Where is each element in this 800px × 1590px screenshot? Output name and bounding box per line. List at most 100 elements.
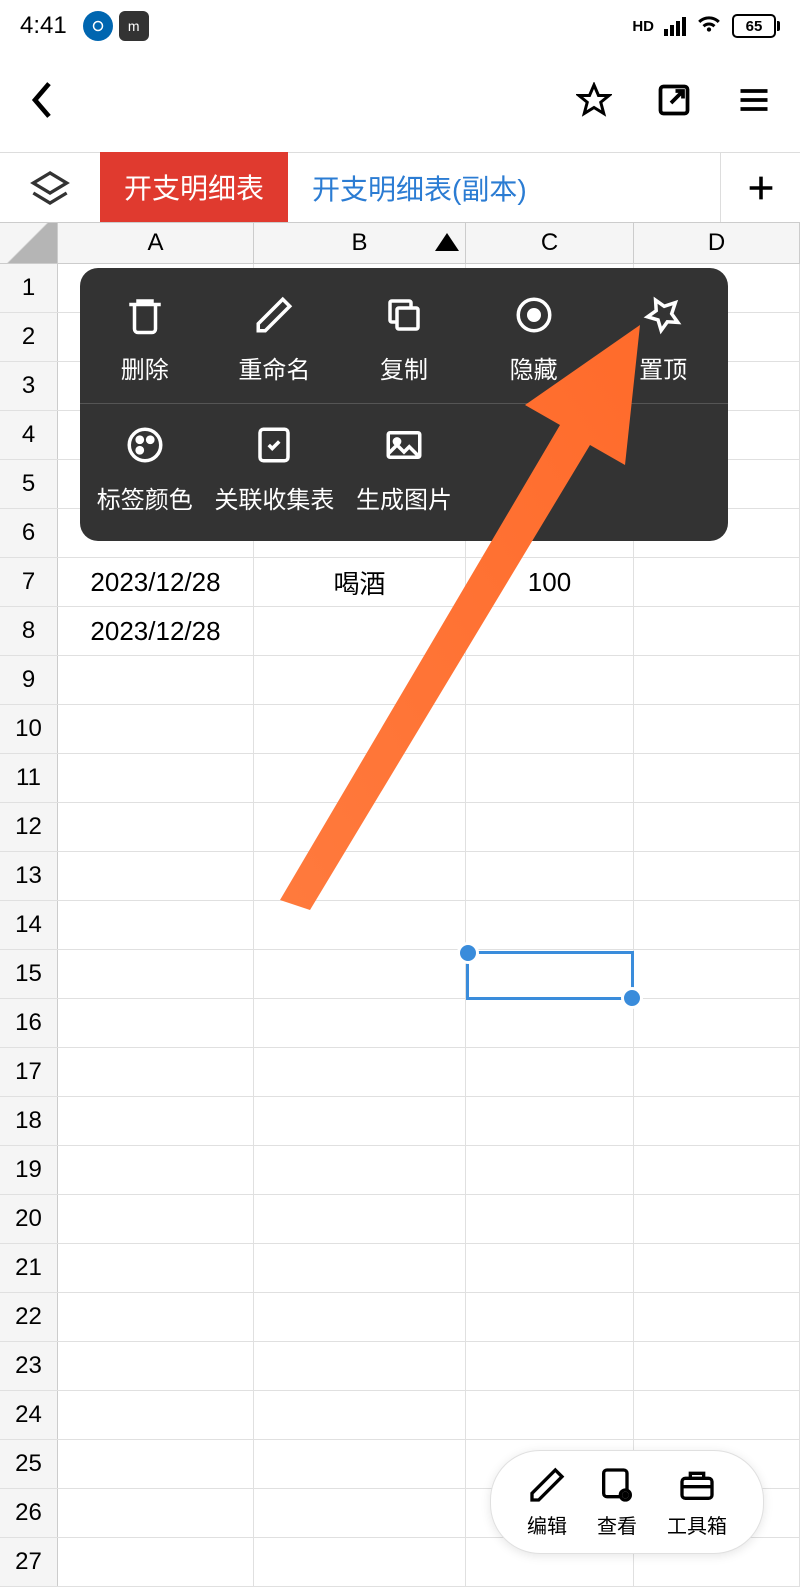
row-header[interactable]: 27 bbox=[0, 1538, 58, 1586]
share-icon[interactable] bbox=[656, 82, 692, 123]
cell[interactable] bbox=[634, 999, 800, 1047]
cell[interactable] bbox=[466, 999, 634, 1047]
row-header[interactable]: 23 bbox=[0, 1342, 58, 1390]
row-header[interactable]: 4 bbox=[0, 411, 58, 459]
menu-gen-image[interactable]: 生成图片 bbox=[339, 424, 469, 515]
cell[interactable] bbox=[58, 1293, 254, 1341]
cell[interactable] bbox=[466, 1146, 634, 1194]
cell[interactable] bbox=[634, 1342, 800, 1390]
cell[interactable] bbox=[634, 803, 800, 851]
cell[interactable] bbox=[634, 705, 800, 753]
row-header[interactable]: 26 bbox=[0, 1489, 58, 1537]
cell[interactable] bbox=[58, 950, 254, 998]
cell[interactable] bbox=[254, 1538, 466, 1586]
cell[interactable] bbox=[254, 1244, 466, 1292]
selection-handle-tl[interactable] bbox=[457, 942, 479, 964]
cell[interactable] bbox=[58, 1391, 254, 1439]
cell[interactable] bbox=[58, 1146, 254, 1194]
cell[interactable] bbox=[634, 1048, 800, 1096]
row-header[interactable]: 1 bbox=[0, 264, 58, 312]
cell[interactable] bbox=[466, 1097, 634, 1145]
bottom-toolbox[interactable]: 工具箱 bbox=[667, 1465, 727, 1539]
row-header[interactable]: 21 bbox=[0, 1244, 58, 1292]
cell-selection[interactable] bbox=[466, 951, 634, 1000]
cell[interactable] bbox=[634, 607, 800, 655]
row-header[interactable]: 2 bbox=[0, 313, 58, 361]
cell[interactable]: 2023/12/28 bbox=[58, 607, 254, 655]
cell[interactable] bbox=[58, 705, 254, 753]
row-header[interactable]: 11 bbox=[0, 754, 58, 802]
row-header[interactable]: 16 bbox=[0, 999, 58, 1047]
cell[interactable] bbox=[254, 1048, 466, 1096]
cell[interactable] bbox=[634, 852, 800, 900]
cell[interactable] bbox=[466, 803, 634, 851]
cell[interactable] bbox=[634, 901, 800, 949]
row-header[interactable]: 20 bbox=[0, 1195, 58, 1243]
cell[interactable] bbox=[466, 852, 634, 900]
cell[interactable] bbox=[634, 1097, 800, 1145]
cell[interactable] bbox=[58, 1244, 254, 1292]
cell[interactable]: 100 bbox=[466, 558, 634, 606]
cell[interactable] bbox=[254, 901, 466, 949]
cell[interactable] bbox=[254, 1342, 466, 1390]
cell[interactable] bbox=[254, 999, 466, 1047]
cell[interactable] bbox=[634, 558, 800, 606]
cell[interactable] bbox=[58, 1342, 254, 1390]
row-header[interactable]: 12 bbox=[0, 803, 58, 851]
cell[interactable] bbox=[58, 1097, 254, 1145]
row-header[interactable]: 10 bbox=[0, 705, 58, 753]
col-header-c[interactable]: C bbox=[466, 223, 634, 263]
tab-inactive[interactable]: 开支明细表(副本) bbox=[288, 152, 551, 222]
row-header[interactable]: 18 bbox=[0, 1097, 58, 1145]
cell[interactable] bbox=[254, 803, 466, 851]
cell[interactable] bbox=[254, 1440, 466, 1488]
bottom-edit[interactable]: 编辑 bbox=[527, 1465, 567, 1539]
cell[interactable] bbox=[466, 754, 634, 802]
cell[interactable] bbox=[634, 754, 800, 802]
cell[interactable] bbox=[466, 656, 634, 704]
row-header[interactable]: 5 bbox=[0, 460, 58, 508]
row-header[interactable]: 6 bbox=[0, 509, 58, 557]
cell[interactable] bbox=[254, 1293, 466, 1341]
cell[interactable] bbox=[634, 656, 800, 704]
cell[interactable] bbox=[254, 1195, 466, 1243]
cell[interactable] bbox=[58, 656, 254, 704]
cell[interactable] bbox=[254, 1097, 466, 1145]
row-header[interactable]: 15 bbox=[0, 950, 58, 998]
cell[interactable] bbox=[58, 999, 254, 1047]
cell[interactable] bbox=[254, 705, 466, 753]
star-icon[interactable] bbox=[576, 82, 612, 123]
row-header[interactable]: 9 bbox=[0, 656, 58, 704]
cell[interactable] bbox=[466, 1342, 634, 1390]
menu-link-form[interactable]: 关联收集表 bbox=[210, 424, 340, 515]
cell[interactable] bbox=[58, 754, 254, 802]
back-button[interactable] bbox=[28, 79, 56, 126]
cell[interactable] bbox=[254, 852, 466, 900]
cell[interactable] bbox=[466, 1391, 634, 1439]
cell[interactable] bbox=[58, 1440, 254, 1488]
cell[interactable] bbox=[254, 950, 466, 998]
cell[interactable] bbox=[466, 1195, 634, 1243]
cell[interactable] bbox=[58, 1048, 254, 1096]
row-header[interactable]: 17 bbox=[0, 1048, 58, 1096]
cell[interactable] bbox=[634, 1391, 800, 1439]
cell[interactable] bbox=[634, 1244, 800, 1292]
cell[interactable] bbox=[58, 1489, 254, 1537]
row-header[interactable]: 14 bbox=[0, 901, 58, 949]
add-tab-button[interactable] bbox=[720, 152, 800, 222]
cell[interactable] bbox=[58, 1195, 254, 1243]
menu-tag-color[interactable]: 标签颜色 bbox=[80, 424, 210, 515]
cell[interactable] bbox=[634, 1146, 800, 1194]
cell[interactable] bbox=[634, 950, 800, 998]
bottom-view[interactable]: 查看 bbox=[597, 1465, 637, 1539]
row-header[interactable]: 22 bbox=[0, 1293, 58, 1341]
cell[interactable] bbox=[254, 607, 466, 655]
cell[interactable] bbox=[634, 1293, 800, 1341]
cell[interactable]: 喝酒 bbox=[254, 558, 466, 606]
cell[interactable] bbox=[254, 656, 466, 704]
menu-icon[interactable] bbox=[736, 82, 772, 123]
col-header-a[interactable]: A bbox=[58, 223, 254, 263]
row-header[interactable]: 8 bbox=[0, 607, 58, 655]
row-header[interactable]: 13 bbox=[0, 852, 58, 900]
row-header[interactable]: 7 bbox=[0, 558, 58, 606]
